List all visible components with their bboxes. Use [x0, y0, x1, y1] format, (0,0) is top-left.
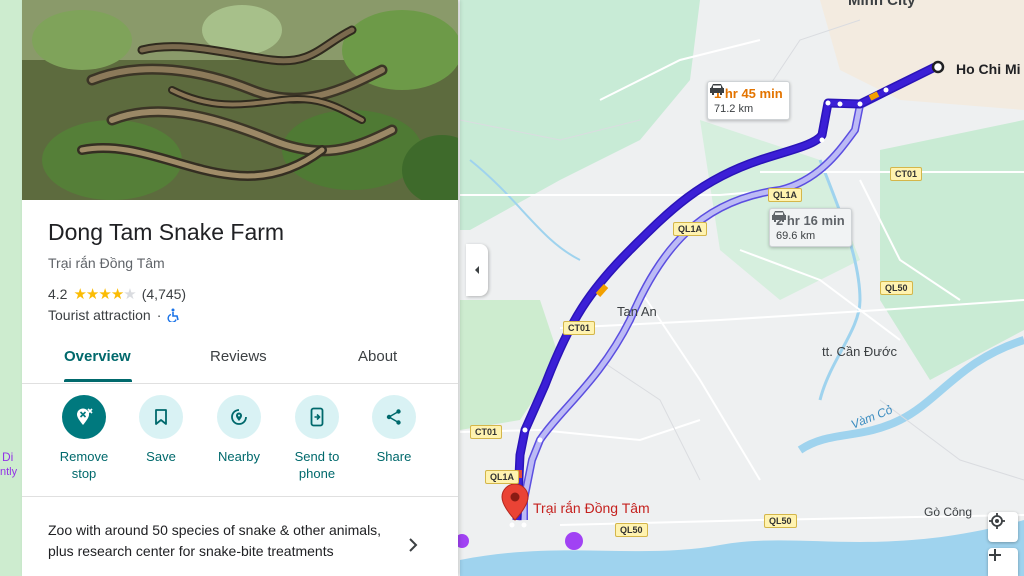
save-button[interactable]: Save	[122, 395, 200, 465]
action-label: phone	[298, 466, 336, 481]
road-shield: QL50	[880, 281, 913, 295]
tan-an-label: Tan An	[617, 304, 657, 319]
tab-bar: Overview Reviews About	[22, 338, 458, 384]
route-card-alternate[interactable]: 2 hr 16 min 69.6 km	[769, 208, 852, 247]
active-tab-indicator	[64, 379, 132, 382]
action-bar: Remove stop Save Nearby Send to phone Sh…	[22, 395, 458, 495]
place-description[interactable]: Zoo with around 50 species of snake & ot…	[48, 520, 388, 562]
zoom-in-button[interactable]	[988, 548, 1018, 576]
road-shield: CT01	[563, 321, 596, 335]
tab-about[interactable]: About	[358, 348, 397, 365]
star-icon: ★	[110, 286, 124, 303]
share-button[interactable]: Share	[355, 395, 433, 465]
wheelchair-icon	[167, 308, 180, 322]
road-shield: QL50	[764, 514, 797, 528]
send-to-phone-button[interactable]: Send to phone	[278, 395, 356, 482]
place-subtitle: Trại rắn Đồng Tâm	[48, 255, 165, 271]
road-shield: QL1A	[485, 470, 520, 484]
nearby-icon	[231, 409, 247, 425]
action-label: stop	[71, 466, 97, 481]
action-label: Share	[376, 449, 412, 464]
action-label: Send to	[294, 449, 340, 464]
origin-label: Ho Chi Mi	[956, 61, 1021, 77]
rating-row[interactable]: 4.2 ★★★★★ (4,745)	[48, 285, 186, 303]
chevron-right-icon[interactable]	[408, 538, 418, 552]
star-icon: ★	[85, 286, 99, 303]
category-label[interactable]: Tourist attraction	[48, 307, 151, 323]
remove-stop-icon	[77, 408, 93, 425]
city-label: Minh City	[848, 0, 916, 9]
plus-icon	[989, 549, 1001, 561]
star-empty-icon: ★	[123, 286, 136, 303]
rating-value: 4.2	[48, 286, 68, 302]
left-edge-label-1: Di	[2, 450, 14, 464]
left-edge-label-2: ntly	[0, 466, 18, 478]
my-location-icon	[989, 513, 1005, 529]
bookmark-icon	[155, 409, 167, 425]
road-shield: QL1A	[768, 188, 803, 202]
place-panel: Dong Tam Snake Farm Trại rắn Đồng Tâm 4.…	[22, 0, 458, 576]
destination-label[interactable]: Trại rắn Đồng Tâm	[533, 500, 650, 516]
divider	[22, 496, 458, 497]
share-icon	[386, 409, 401, 425]
action-label: Remove	[59, 449, 109, 464]
collapse-panel-button[interactable]	[466, 244, 488, 296]
can-duoc-label: tt. Cần Đước	[822, 344, 898, 359]
snake-photo-image	[22, 0, 458, 200]
origin-marker[interactable]	[931, 60, 945, 74]
route-distance: 71.2 km	[714, 103, 754, 115]
rating-stars: ★★★★★	[73, 285, 136, 303]
car-icon	[710, 84, 724, 95]
road-shield: QL1A	[673, 222, 708, 236]
category-separator: ·	[156, 307, 162, 323]
star-icon: ★	[98, 286, 111, 303]
road-shield: QL50	[615, 523, 648, 537]
review-count[interactable]: (4,745)	[142, 286, 186, 302]
place-photo[interactable]	[22, 0, 458, 200]
road-shield: CT01	[890, 167, 923, 181]
go-cong-label: Gò Công	[924, 505, 973, 519]
chevron-left-icon	[475, 266, 479, 274]
place-title: Dong Tam Snake Farm	[48, 219, 285, 245]
tab-reviews[interactable]: Reviews	[210, 348, 267, 365]
action-label: Save	[146, 449, 176, 464]
category-row: Tourist attraction ·	[48, 307, 181, 323]
car-icon	[772, 211, 786, 222]
route-card-selected[interactable]: 1 hr 45 min 71.2 km	[707, 81, 790, 120]
tab-overview[interactable]: Overview	[64, 348, 131, 365]
route-distance: 69.6 km	[776, 230, 816, 242]
send-to-phone-icon	[310, 407, 324, 427]
action-label: Nearby	[218, 449, 260, 464]
nearby-button[interactable]: Nearby	[200, 395, 278, 465]
my-location-button[interactable]	[988, 512, 1018, 542]
star-icon: ★	[73, 286, 86, 303]
road-shield: CT01	[470, 425, 503, 439]
remove-stop-button[interactable]: Remove stop	[45, 395, 123, 482]
